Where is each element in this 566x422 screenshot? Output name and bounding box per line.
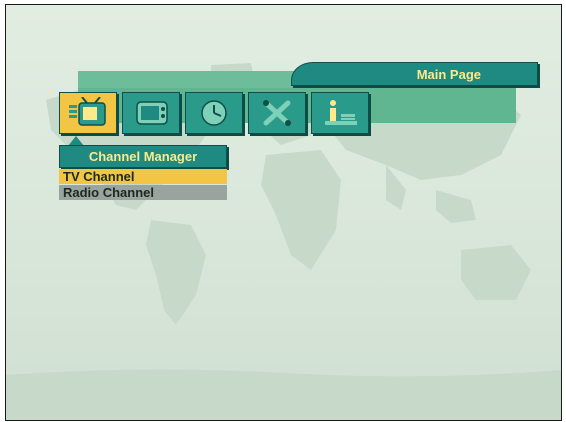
channel-manager-icon [69,97,106,126]
channel-manager-menu-title: Channel Manager [59,145,227,168]
tools-icon [263,100,291,126]
information-icon [325,100,357,125]
information-button[interactable] [311,92,369,134]
installation-icon [136,101,168,125]
menu-item-radio-channel[interactable]: Radio Channel [59,185,227,200]
main-page-title-tab: Main Page [291,62,538,86]
timer-button[interactable] [185,92,243,134]
menu-item-tv-channel[interactable]: TV Channel [59,169,227,184]
header-band-top [78,71,293,88]
tv-menu-screen: Main Page Channel Manager TV Channel Rad… [5,4,562,421]
channel-manager-button[interactable] [59,92,117,134]
installation-button[interactable] [122,92,180,134]
tools-button[interactable] [248,92,306,134]
timer-icon [201,100,227,126]
page-title: Main Page [416,66,481,82]
